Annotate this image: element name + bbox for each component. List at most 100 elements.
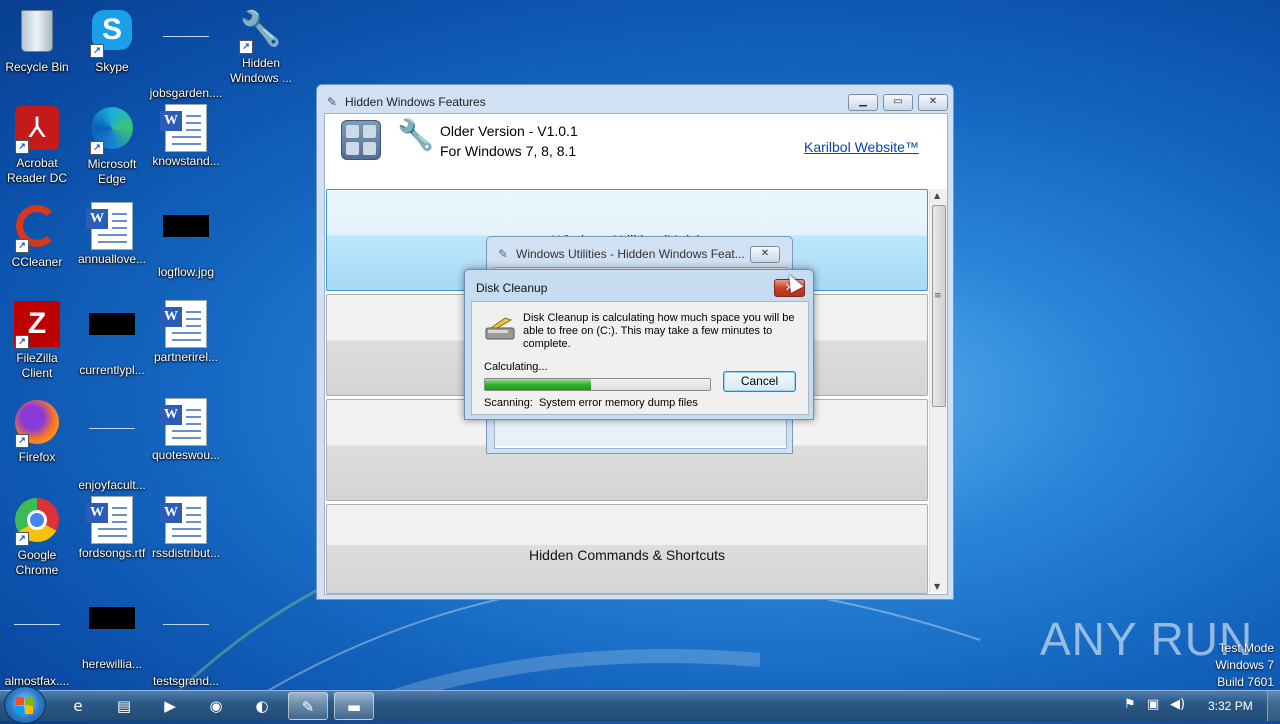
desktop-icon-label: Skype bbox=[95, 60, 129, 74]
shortcut-arrow-icon: ↗ bbox=[15, 140, 29, 154]
desktop-icon-label: Recycle Bin bbox=[5, 60, 69, 74]
os-support-text: For Windows 7, 8, 8.1 bbox=[440, 143, 577, 159]
desktop-icon[interactable]: currentlypl... bbox=[75, 300, 149, 378]
disk-cleanup-dialog[interactable]: Disk Cleanup ✕ Disk Cleanup is calculati… bbox=[464, 269, 814, 420]
disk-cleanup-message: Disk Cleanup is calculating how much spa… bbox=[523, 312, 795, 350]
desktop-icon-label: herewillia... bbox=[81, 657, 143, 671]
scanning-item: System error memory dump files bbox=[538, 397, 698, 409]
word-doc-icon: W bbox=[86, 496, 136, 544]
edge-icon: ↗ bbox=[88, 107, 136, 155]
disk-cleanup-icon[interactable]: ▬ bbox=[334, 692, 374, 720]
vertical-scrollbar[interactable]: ▲ ≡ ▼ bbox=[929, 189, 947, 593]
desktop-icon[interactable]: almostfax.... bbox=[0, 594, 74, 689]
shortcut-arrow-icon: ↗ bbox=[239, 40, 253, 54]
file-icon bbox=[88, 313, 136, 361]
explorer-folder-icon[interactable]: ▤ bbox=[104, 692, 144, 720]
desktop-icon[interactable]: herewillia... bbox=[75, 594, 149, 672]
utilities-close-button[interactable]: ✕ bbox=[750, 246, 780, 263]
desktop-icon[interactable]: Wannuallove... bbox=[75, 202, 149, 267]
desktop-icon[interactable]: Wfordsongs.rtf bbox=[75, 496, 149, 561]
desktop-icon[interactable]: Wpartnerirel... bbox=[149, 300, 223, 365]
desktop-icon[interactable]: ↗ Google Chrome bbox=[0, 496, 74, 578]
scanning-status: Scanning: System error memory dump files bbox=[484, 397, 698, 409]
acrobat-icon: ⅄ ↗ bbox=[13, 106, 61, 154]
scroll-up-icon[interactable]: ▲ bbox=[934, 191, 940, 200]
scroll-grip-icon: ≡ bbox=[934, 291, 942, 301]
desktop-icon[interactable]: ↗ CCleaner bbox=[0, 202, 74, 270]
build-text: Build 7601 bbox=[1217, 675, 1274, 689]
desktop-icon[interactable]: logflow.jpg bbox=[149, 202, 223, 280]
word-doc-icon: W bbox=[160, 398, 210, 446]
desktop-icon[interactable]: 🔧 ↗ Hidden Windows ... bbox=[224, 6, 298, 86]
file-icon bbox=[13, 624, 61, 672]
recycle-bin-icon bbox=[13, 10, 61, 58]
utilities-app-icon bbox=[341, 120, 381, 160]
taskbar: e ▤ ▶ ◉ ◐ ✎ ▬ ⚑ ▣ ◀) 3:32 PM bbox=[0, 686, 1280, 724]
action-center-flag-icon[interactable]: ⚑ bbox=[1124, 697, 1136, 712]
desktop-icon-label: Google Chrome bbox=[15, 548, 59, 577]
hidden-commands-button[interactable]: Hidden Commands & Shortcuts bbox=[326, 504, 928, 594]
word-doc-icon: W bbox=[160, 104, 210, 152]
chrome-icon[interactable]: ◉ bbox=[196, 692, 236, 720]
edge-icon[interactable]: ◐ bbox=[242, 692, 282, 720]
media-player-icon[interactable]: ▶ bbox=[150, 692, 190, 720]
skype-icon: S ↗ bbox=[88, 10, 136, 58]
calculating-status: Calculating... bbox=[484, 361, 548, 373]
desktop-icon[interactable]: ⅄ ↗ Acrobat Reader DC bbox=[0, 104, 74, 186]
file-icon bbox=[88, 428, 136, 476]
desktop-icon-label: rssdistribut... bbox=[151, 546, 220, 560]
shortcut-arrow-icon: ↗ bbox=[15, 532, 29, 546]
minimize-button[interactable]: ▁ bbox=[848, 94, 878, 111]
utilities-dialog-title: Windows Utilities - Hidden Windows Feat.… bbox=[516, 247, 745, 261]
desktop-icon-label: Hidden Windows ... bbox=[229, 56, 292, 85]
volume-icon[interactable]: ◀) bbox=[1170, 697, 1185, 712]
hidden-features-icon[interactable]: ✎ bbox=[288, 692, 328, 720]
desktop-icon-label: Acrobat Reader DC bbox=[6, 156, 68, 185]
scroll-down-icon[interactable]: ▼ bbox=[934, 582, 940, 591]
desktop-icon[interactable]: Wquoteswou... bbox=[149, 398, 223, 463]
file-icon bbox=[162, 624, 210, 672]
firefox-icon: ↗ bbox=[13, 400, 61, 448]
file-icon bbox=[162, 36, 210, 84]
desktop-icon[interactable]: enjoyfacult... bbox=[75, 398, 149, 493]
close-button[interactable]: ✕ bbox=[918, 94, 948, 111]
window-wrench-icon: ✎ bbox=[327, 95, 338, 109]
desktop-icon-label: partnerirel... bbox=[153, 350, 219, 364]
website-link[interactable]: Karilbol Website™ bbox=[804, 139, 919, 155]
internet-explorer-icon[interactable]: e bbox=[58, 692, 98, 720]
desktop-icon[interactable]: Recycle Bin bbox=[0, 6, 74, 75]
scanning-label: Scanning: bbox=[484, 397, 533, 409]
os-name-text: Windows 7 bbox=[1215, 658, 1274, 672]
test-mode-text: Test Mode bbox=[1218, 641, 1274, 655]
clock[interactable]: 3:32 PM bbox=[1208, 699, 1253, 713]
desktop-icon[interactable]: Wknowstand... bbox=[149, 104, 223, 169]
word-doc-icon: W bbox=[86, 202, 136, 250]
progress-bar bbox=[484, 378, 711, 391]
desktop-icon-label: quoteswou... bbox=[151, 448, 221, 462]
desktop-icon[interactable]: Wrssdistribut... bbox=[149, 496, 223, 561]
maximize-button[interactable]: ▭ bbox=[883, 94, 913, 111]
desktop-icon-label: fordsongs.rtf bbox=[78, 546, 146, 560]
desktop-icon[interactable]: ↗ Firefox bbox=[0, 398, 74, 465]
shortcut-arrow-icon: ↗ bbox=[90, 44, 104, 58]
desktop-icon[interactable]: S ↗ Skype bbox=[75, 6, 149, 75]
desktop-icon-label: FileZilla Client bbox=[16, 351, 58, 380]
word-doc-icon: W bbox=[160, 496, 210, 544]
start-button[interactable] bbox=[4, 686, 46, 724]
dialog-wrench-icon: ✎ bbox=[498, 247, 509, 261]
desktop-icon[interactable]: Z ↗ FileZilla Client bbox=[0, 300, 74, 381]
shortcut-arrow-icon: ↗ bbox=[15, 239, 29, 253]
scrollbar-thumb[interactable] bbox=[932, 205, 946, 407]
desktop-icon[interactable]: testsgrand... bbox=[149, 594, 223, 689]
network-icon[interactable]: ▣ bbox=[1147, 697, 1159, 712]
wrench-icon: 🔧 ↗ bbox=[237, 6, 285, 54]
show-desktop-button[interactable] bbox=[1267, 691, 1280, 721]
desktop-icon-label: Firefox bbox=[18, 450, 56, 464]
chrome-icon: ↗ bbox=[13, 498, 61, 546]
desktop-icon[interactable]: ↗ Microsoft Edge bbox=[75, 104, 149, 187]
image-icon bbox=[162, 215, 210, 263]
desktop-icon-label: enjoyfacult... bbox=[78, 478, 146, 492]
cancel-button[interactable]: Cancel bbox=[723, 371, 796, 392]
desktop-icon[interactable]: jobsgarden.... bbox=[149, 6, 223, 101]
desktop-icon-label: jobsgarden.... bbox=[149, 86, 223, 100]
